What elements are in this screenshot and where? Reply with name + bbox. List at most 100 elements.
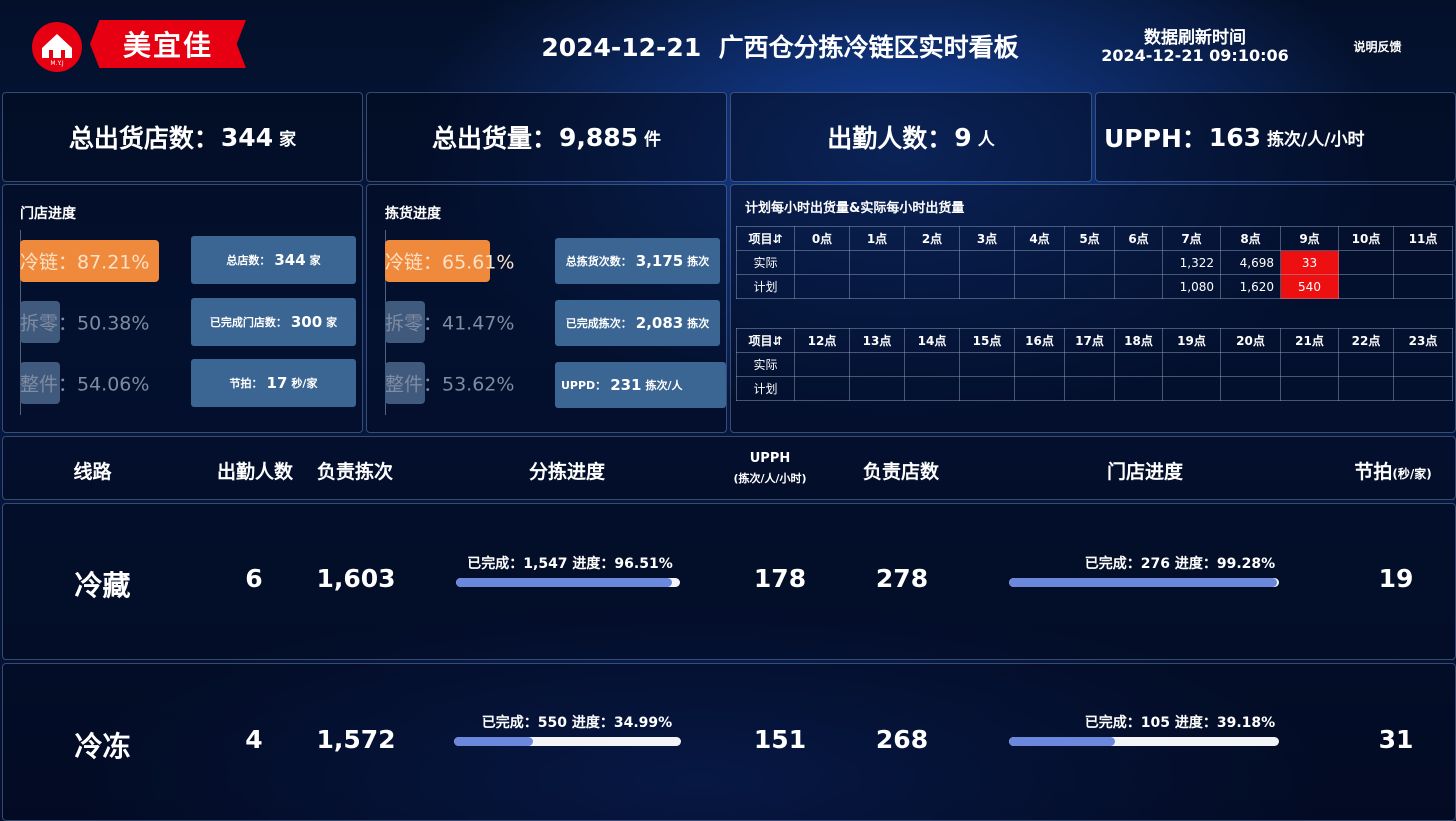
bar-label: 冷链：65.61% xyxy=(385,251,515,274)
hour-header: 13点 xyxy=(849,328,905,353)
hour-header: 18点 xyxy=(1114,328,1163,353)
stat-total-stores: 总店数： 344 家 xyxy=(191,236,356,284)
store-bar-split: 拆零：50.38% xyxy=(20,301,149,343)
stat-beat: 节拍： 17 秒/家 xyxy=(191,359,356,407)
hour-header: 5点 xyxy=(1064,226,1115,251)
hour-value: 1,620 xyxy=(1220,274,1281,299)
hour-value xyxy=(959,274,1015,299)
hour-header: 3点 xyxy=(959,226,1015,251)
row-beat: 19 xyxy=(1378,564,1414,593)
kpi-unit: 件 xyxy=(644,129,662,150)
hour-header: 7点 xyxy=(1162,226,1221,251)
stat-value: 344 xyxy=(274,251,306,269)
row-pick-progress-fill xyxy=(456,578,673,587)
title-date: 2024-12-21 xyxy=(541,33,702,62)
hourly-title: 计划每小时出货量&实际每小时出货量 xyxy=(745,201,965,216)
stat-value: 3,175 xyxy=(635,252,684,270)
bar-label: 整件：53.62% xyxy=(385,373,515,396)
stat-done-stores: 已完成门店数： 300 家 xyxy=(191,298,356,346)
hour-value xyxy=(959,250,1015,275)
hour-header: 20点 xyxy=(1220,328,1281,353)
row-staff: 4 xyxy=(245,725,263,754)
stat-unit: 拣次 xyxy=(687,317,710,330)
hour-header: 21点 xyxy=(1280,328,1339,353)
stat-value: 300 xyxy=(290,313,323,331)
col-picks: 负责拣次 xyxy=(316,461,393,483)
hour-value xyxy=(904,250,960,275)
hour-header: 2点 xyxy=(904,226,960,251)
stat-label: 总拣货次数： xyxy=(565,255,632,268)
hour-value xyxy=(849,250,905,275)
hour-header: 1点 xyxy=(849,226,905,251)
row-upph: 151 xyxy=(753,725,807,754)
row-store-progress-track xyxy=(1009,737,1279,746)
hour-value xyxy=(904,274,960,299)
stat-label: 已完成门店数： xyxy=(209,316,287,329)
col-staff: 出勤人数 xyxy=(216,461,293,483)
stat-total-picks: 总拣货次数： 3,175 拣次 xyxy=(555,238,720,284)
hour-value xyxy=(1338,274,1394,299)
pick-progress-panel: 拣货进度 冷链：65.61% 拆零：41.47% 整件：53.62% 总拣货次数… xyxy=(366,184,727,433)
col-beat-unit: (秒/家) xyxy=(1392,467,1432,481)
hour-value xyxy=(959,376,1015,401)
store-progress-title: 门店进度 xyxy=(20,206,76,222)
stat-unit: 拣次 xyxy=(687,255,710,268)
row-beat: 31 xyxy=(1378,725,1414,754)
col-store-progress: 门店进度 xyxy=(1106,461,1183,483)
stat-unit: 拣次/人 xyxy=(645,379,683,392)
hour-value xyxy=(794,274,850,299)
bar-label: 整件：54.06% xyxy=(20,373,150,396)
kpi-attendance: 出勤人数： 9 人 xyxy=(730,92,1092,182)
stat-uppd: UPPD： 231 拣次/人 xyxy=(555,362,726,408)
hour-header: 12点 xyxy=(794,328,850,353)
kpi-label: 出勤人数： xyxy=(827,124,953,153)
col-pick-progress: 分拣进度 xyxy=(528,461,605,483)
stat-unit: 家 xyxy=(326,316,338,329)
hour-value xyxy=(1220,352,1281,377)
col-upph: UPPH xyxy=(749,451,791,466)
feedback-link[interactable]: 说明反馈 xyxy=(1340,38,1415,55)
col-line: 线路 xyxy=(73,461,112,483)
store-bar-whole: 整件：54.06% xyxy=(20,362,149,404)
stat-unit: 家 xyxy=(309,254,321,267)
hour-value xyxy=(1162,352,1221,377)
bar-label: 拆零：41.47% xyxy=(385,312,515,335)
pick-progress-title: 拣货进度 xyxy=(385,206,441,222)
kpi-unit: 人 xyxy=(977,129,995,150)
kpi-total-volume: 总出货量： 9,885 件 xyxy=(366,92,727,182)
hour-header: 8点 xyxy=(1220,226,1281,251)
hour-value xyxy=(1114,274,1163,299)
stat-done-picks: 已完成拣次： 2,083 拣次 xyxy=(555,300,720,346)
brand-logo-icon: M.Y.J xyxy=(32,22,82,72)
col-beat: 节拍(秒/家) xyxy=(1338,457,1448,484)
hour-value xyxy=(1393,250,1453,275)
hour-value xyxy=(1114,376,1163,401)
hour-value xyxy=(849,274,905,299)
stat-value: 2,083 xyxy=(635,314,684,332)
pick-bar-split: 拆零：41.47% xyxy=(385,301,514,343)
row-picks: 1,572 xyxy=(316,725,396,754)
stat-value: 231 xyxy=(610,376,642,394)
pick-bar-coldchain: 冷链：65.61% xyxy=(385,240,514,282)
row-pick-progress-label: 已完成：550 进度：34.99% xyxy=(481,715,673,731)
row-pick-progress-fill xyxy=(454,737,534,746)
brand-banner: 美宜佳 xyxy=(90,20,246,68)
kpi-unit: 拣次/人/小时 xyxy=(1267,129,1365,150)
kpi-total-stores: 总出货店数： 344 家 xyxy=(2,92,363,182)
hour-value xyxy=(1280,352,1339,377)
row-staff: 6 xyxy=(245,564,263,593)
hour-header: 16点 xyxy=(1014,328,1065,353)
hour-header: 22点 xyxy=(1338,328,1394,353)
brand-name: 美宜佳 xyxy=(122,29,213,62)
hour-value xyxy=(1064,376,1115,401)
hour-header: 14点 xyxy=(904,328,960,353)
hour-header: 11点 xyxy=(1393,226,1453,251)
stat-label: 节拍： xyxy=(229,377,263,390)
row-upph: 178 xyxy=(753,564,807,593)
row-line-name: 冷藏 xyxy=(74,569,131,602)
table-row: 计划 1,080 1,620 540 xyxy=(736,274,1453,299)
hour-value xyxy=(1114,250,1163,275)
col-upph-unit: (拣次/人/小时) xyxy=(733,472,807,485)
title-text: 广西仓分拣冷链区实时看板 xyxy=(718,33,1019,62)
row-picks: 1,603 xyxy=(316,564,396,593)
